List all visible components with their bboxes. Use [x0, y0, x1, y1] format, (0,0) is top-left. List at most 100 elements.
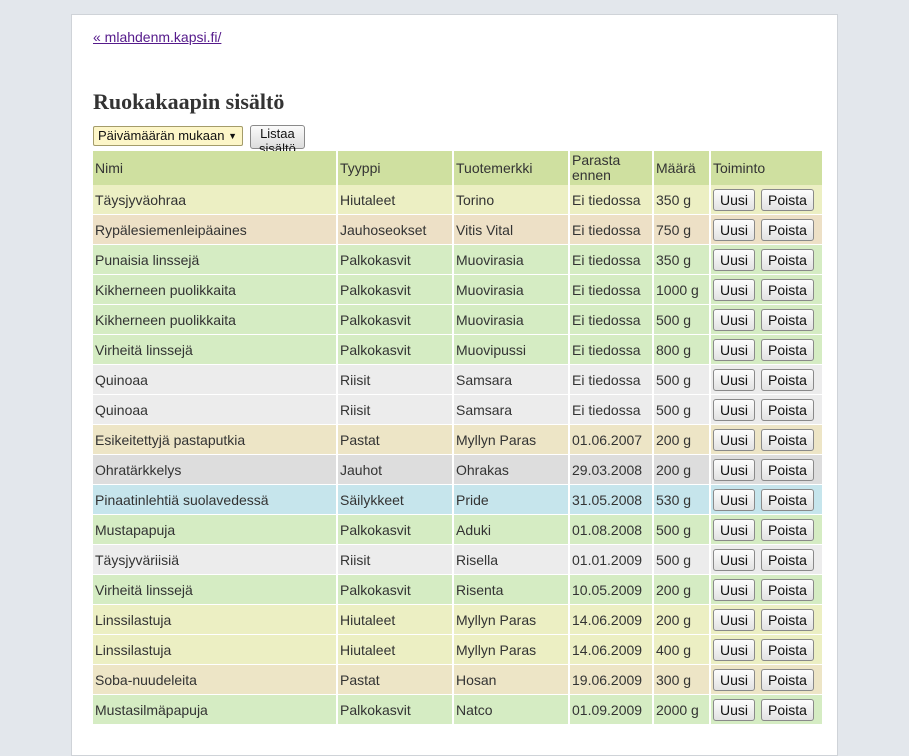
header-name[interactable]: Nimi: [93, 151, 336, 185]
cell-name: Linssilastuja: [93, 635, 336, 665]
cell-actions: Uusi Poista: [711, 665, 822, 695]
new-button[interactable]: Uusi: [713, 519, 756, 541]
new-button[interactable]: Uusi: [713, 699, 756, 721]
cell-amount: 2000 g: [654, 695, 709, 725]
pantry-table: Nimi Tyyppi Tuotemerkki Parasta ennen Mä…: [91, 151, 824, 725]
cell-best-before: Ei tiedossa: [570, 335, 652, 365]
delete-button[interactable]: Poista: [761, 339, 814, 361]
new-button[interactable]: Uusi: [713, 339, 756, 361]
new-button[interactable]: Uusi: [713, 459, 756, 481]
back-link[interactable]: « mlahdenm.kapsi.fi/: [93, 29, 221, 45]
delete-button[interactable]: Poista: [761, 639, 814, 661]
table-row: Linssilastuja Hiutaleet Myllyn Paras 14.06.…: [93, 605, 822, 635]
sort-select-value: Päivämäärän mukaan: [98, 128, 225, 143]
cell-type: Jauhoseokset: [338, 215, 452, 245]
cell-amount: 400 g: [654, 635, 709, 665]
cell-actions: Uusi Poista: [711, 395, 822, 425]
table-row: Esikeitettyjä pastaputkia Pastat Myllyn Pa…: [93, 425, 822, 455]
table-row: Pinaatinlehtiä suolavedessä Säilykkeet Pri…: [93, 485, 822, 515]
new-button[interactable]: Uusi: [713, 549, 756, 571]
cell-type: Hiutaleet: [338, 185, 452, 215]
delete-button[interactable]: Poista: [761, 609, 814, 631]
header-type[interactable]: Tyyppi: [338, 151, 452, 185]
new-button[interactable]: Uusi: [713, 189, 756, 211]
new-button[interactable]: Uusi: [713, 669, 756, 691]
new-button[interactable]: Uusi: [713, 279, 756, 301]
header-amount[interactable]: Määrä: [654, 151, 709, 185]
cell-type: Hiutaleet: [338, 605, 452, 635]
new-button[interactable]: Uusi: [713, 219, 756, 241]
delete-button[interactable]: Poista: [761, 579, 814, 601]
cell-amount: 500 g: [654, 545, 709, 575]
cell-brand: Muovipussi: [454, 335, 568, 365]
cell-actions: Uusi Poista: [711, 305, 822, 335]
delete-button[interactable]: Poista: [761, 219, 814, 241]
cell-amount: 530 g: [654, 485, 709, 515]
list-contents-button[interactable]: Listaa sisältö: [250, 125, 305, 156]
cell-brand: Risenta: [454, 575, 568, 605]
header-action: Toiminto: [711, 151, 822, 185]
cell-actions: Uusi Poista: [711, 635, 822, 665]
table-row: Virheitä linssejä Palkokasvit Risenta 10.05…: [93, 575, 822, 605]
cell-type: Pastat: [338, 425, 452, 455]
new-button[interactable]: Uusi: [713, 249, 756, 271]
cell-amount: 200 g: [654, 455, 709, 485]
table-row: Kikherneen puolikkaita Palkokasvit Muovira…: [93, 275, 822, 305]
new-button[interactable]: Uusi: [713, 369, 756, 391]
cell-name: Rypälesiemenleipäaines: [93, 215, 336, 245]
cell-type: Palkokasvit: [338, 245, 452, 275]
header-brand[interactable]: Tuotemerkki: [454, 151, 568, 185]
new-button[interactable]: Uusi: [713, 489, 756, 511]
cell-type: Palkokasvit: [338, 305, 452, 335]
cell-best-before: Ei tiedossa: [570, 305, 652, 335]
dropdown-arrow-icon: ▼: [228, 131, 237, 141]
delete-button[interactable]: Poista: [761, 429, 814, 451]
page-title: Ruokakaapin sisältö: [93, 89, 285, 114]
new-button[interactable]: Uusi: [713, 309, 756, 331]
cell-amount: 800 g: [654, 335, 709, 365]
cell-brand: Risella: [454, 545, 568, 575]
cell-name: Quinoaa: [93, 395, 336, 425]
new-button[interactable]: Uusi: [713, 609, 756, 631]
delete-button[interactable]: Poista: [761, 489, 814, 511]
cell-actions: Uusi Poista: [711, 245, 822, 275]
delete-button[interactable]: Poista: [761, 279, 814, 301]
cell-type: Säilykkeet: [338, 485, 452, 515]
cell-type: Palkokasvit: [338, 335, 452, 365]
cell-brand: Samsara: [454, 395, 568, 425]
delete-button[interactable]: Poista: [761, 189, 814, 211]
cell-best-before: 31.05.2008: [570, 485, 652, 515]
cell-name: Linssilastuja: [93, 605, 336, 635]
cell-name: Quinoaa: [93, 365, 336, 395]
delete-button[interactable]: Poista: [761, 519, 814, 541]
sort-select[interactable]: Päivämäärän mukaan ▼: [93, 126, 243, 146]
cell-best-before: Ei tiedossa: [570, 215, 652, 245]
cell-actions: Uusi Poista: [711, 425, 822, 455]
cell-actions: Uusi Poista: [711, 485, 822, 515]
delete-button[interactable]: Poista: [761, 369, 814, 391]
cell-name: Soba-nuudeleita: [93, 665, 336, 695]
delete-button[interactable]: Poista: [761, 399, 814, 421]
delete-button[interactable]: Poista: [761, 459, 814, 481]
new-button[interactable]: Uusi: [713, 639, 756, 661]
cell-actions: Uusi Poista: [711, 575, 822, 605]
cell-brand: Hosan: [454, 665, 568, 695]
table-row: Virheitä linssejä Palkokasvit Muovipussi Ei…: [93, 335, 822, 365]
cell-brand: Muovirasia: [454, 245, 568, 275]
cell-name: Pinaatinlehtiä suolavedessä: [93, 485, 336, 515]
delete-button[interactable]: Poista: [761, 309, 814, 331]
new-button[interactable]: Uusi: [713, 399, 756, 421]
cell-name: Esikeitettyjä pastaputkia: [93, 425, 336, 455]
cell-best-before: 01.09.2009: [570, 695, 652, 725]
cell-actions: Uusi Poista: [711, 365, 822, 395]
delete-button[interactable]: Poista: [761, 549, 814, 571]
new-button[interactable]: Uusi: [713, 429, 756, 451]
header-best-before[interactable]: Parasta ennen: [570, 151, 652, 185]
new-button[interactable]: Uusi: [713, 579, 756, 601]
cell-actions: Uusi Poista: [711, 605, 822, 635]
delete-button[interactable]: Poista: [761, 699, 814, 721]
delete-button[interactable]: Poista: [761, 249, 814, 271]
cell-brand: Aduki: [454, 515, 568, 545]
delete-button[interactable]: Poista: [761, 669, 814, 691]
cell-brand: Torino: [454, 185, 568, 215]
